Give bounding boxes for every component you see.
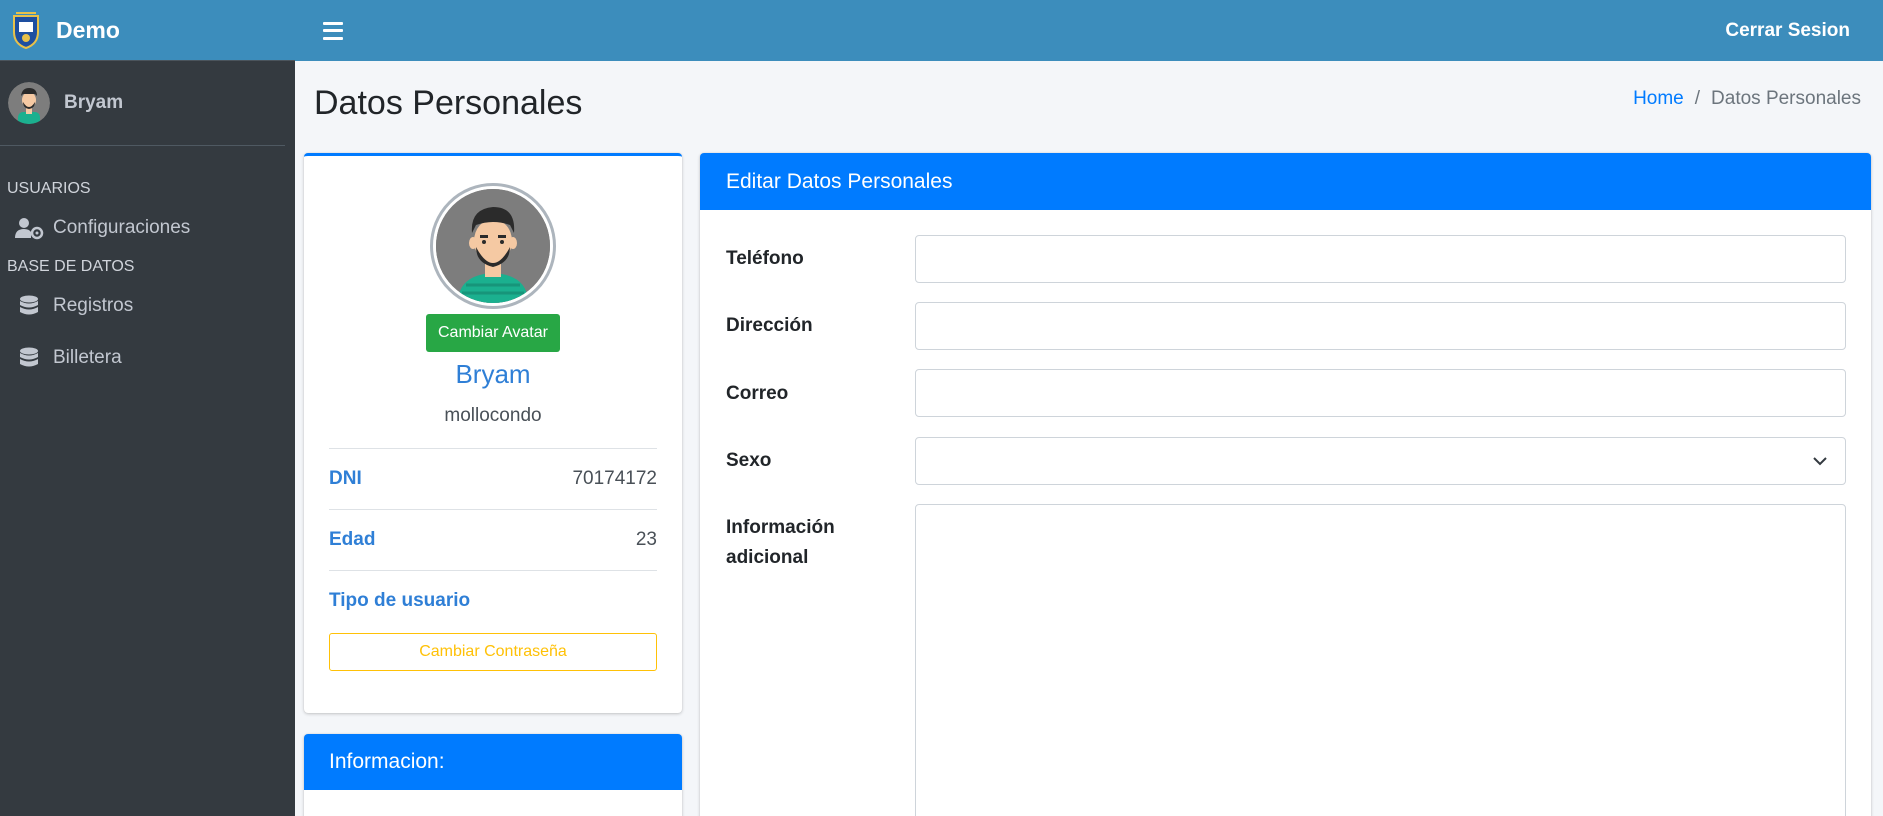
correo-label: Correo [726,383,789,404]
info-value: 70174172 [572,468,657,489]
sidebar-item-label: Registros [53,295,134,316]
change-avatar-button[interactable]: Cambiar Avatar [426,314,560,352]
brand-link[interactable]: Demo [0,0,295,61]
telefono-label: Teléfono [726,248,804,269]
crest-logo [13,12,39,50]
breadcrumb: Home / Datos Personales [1633,88,1861,110]
info-adicional-line1: Información [726,517,835,538]
profile-username: mollocondo [444,405,542,426]
info-card: Informacion: [304,734,682,816]
sidebar: Demo Bryam USUARIOS Configuraciones BASE… [0,0,295,816]
nav-header-base-de-datos: BASE DE DATOS [7,258,135,275]
logout-link[interactable]: Cerrar Sesion [1725,20,1850,42]
sidebar-item-label: Billetera [53,347,122,368]
profile-name: Bryam [455,359,531,389]
correo-input[interactable] [915,369,1846,417]
breadcrumb-home[interactable]: Home [1633,88,1684,110]
database-icon [14,346,44,370]
info-row-tipo-usuario: Tipo de usuario [329,570,657,631]
nav-header-usuarios: USUARIOS [7,180,91,197]
sexo-select[interactable] [915,437,1846,485]
chevron-down-icon [1813,456,1827,465]
sidebar-item-label: Configuraciones [53,217,191,238]
user-panel[interactable]: Bryam [0,61,285,146]
info-row-dni: DNI 70174172 [329,448,657,509]
page-title: Datos Personales [314,84,583,122]
breadcrumb-current: Datos Personales [1711,88,1861,109]
telefono-input[interactable] [915,235,1846,283]
breadcrumb-separator: / [1694,88,1701,109]
top-navbar: Cerrar Sesion [295,0,1883,61]
sidebar-user-name: Bryam [64,92,124,113]
info-row-edad: Edad 23 [329,509,657,570]
sidebar-item-registros[interactable]: Registros [0,280,295,332]
edit-personal-data-card: Editar Datos Personales Teléfono Direcci… [700,153,1871,816]
users-cog-icon [14,216,44,240]
brand-name: Demo [56,16,120,43]
info-card-title: Informacion: [304,734,682,790]
info-value: 23 [635,529,657,550]
direccion-input[interactable] [915,302,1846,350]
direccion-label: Dirección [726,315,813,336]
edit-card-title: Editar Datos Personales [700,153,1871,210]
info-adicional-label: Información adicional [726,513,835,573]
sexo-label: Sexo [726,450,772,471]
profile-avatar [430,183,556,309]
change-password-button[interactable]: Cambiar Contraseña [329,633,657,671]
sidebar-item-billetera[interactable]: Billetera [0,332,295,384]
sidebar-item-configuraciones[interactable]: Configuraciones [0,202,295,254]
info-key: DNI [329,468,362,489]
info-key: Edad [329,529,376,550]
info-adicional-line2: adicional [726,547,809,568]
hamburger-icon[interactable] [323,21,343,40]
database-icon [14,294,44,318]
info-key: Tipo de usuario [329,590,471,611]
profile-card: Cambiar Avatar Bryam mollocondo DNI 7017… [304,153,682,713]
sidebar-avatar [8,82,50,124]
info-adicional-textarea[interactable] [915,504,1846,816]
